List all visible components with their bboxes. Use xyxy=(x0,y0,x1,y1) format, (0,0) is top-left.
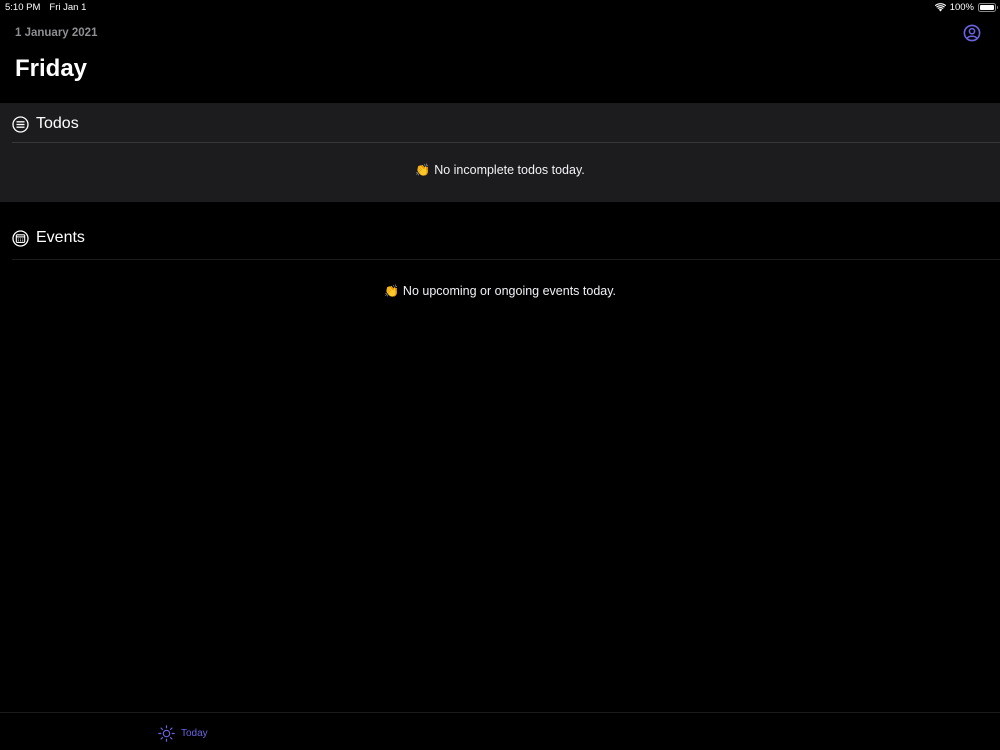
page-title: Friday xyxy=(15,55,88,82)
todos-separator xyxy=(12,142,1000,143)
events-header[interactable]: Events xyxy=(12,229,85,247)
todos-section: Todos 👏 No incomplete todos today. xyxy=(0,103,1000,202)
app-window: 5:10 PM Fri Jan 1 100% 1 January 2021 Fr… xyxy=(0,0,1000,750)
clapping-hands-icon: 👏 xyxy=(383,284,399,298)
events-empty-text: No upcoming or ongoing events today. xyxy=(402,284,617,298)
status-date: Fri Jan 1 xyxy=(49,2,87,13)
events-title: Events xyxy=(36,229,85,246)
person-circle-icon xyxy=(963,24,981,42)
tab-bar: Today xyxy=(0,712,1000,750)
calendar-circle-icon xyxy=(12,229,29,247)
todos-empty-message: 👏 No incomplete todos today. xyxy=(0,163,1000,177)
wifi-icon xyxy=(934,3,946,12)
events-empty-message: 👏 No upcoming or ongoing events today. xyxy=(0,284,1000,298)
battery-icon xyxy=(978,3,998,12)
battery-nub xyxy=(996,6,998,9)
profile-button[interactable] xyxy=(963,24,981,42)
todos-empty-text: No incomplete todos today. xyxy=(434,163,585,177)
battery-fill xyxy=(980,5,994,10)
date-caption: 1 January 2021 xyxy=(15,27,98,39)
todos-title: Todos xyxy=(36,115,79,132)
status-left: 5:10 PM Fri Jan 1 xyxy=(5,2,86,13)
tab-today-label: Today xyxy=(181,728,208,739)
battery-percentage: 100% xyxy=(949,2,974,13)
events-separator xyxy=(12,259,1000,260)
tab-today[interactable]: Today xyxy=(158,725,208,742)
list-circle-icon xyxy=(12,115,29,133)
todos-header[interactable]: Todos xyxy=(12,115,79,133)
sun-icon xyxy=(158,725,175,742)
clapping-hands-icon: 👏 xyxy=(415,163,431,177)
status-bar: 5:10 PM Fri Jan 1 100% xyxy=(0,0,1000,16)
status-time: 5:10 PM xyxy=(5,2,41,13)
status-right: 100% xyxy=(934,2,998,13)
